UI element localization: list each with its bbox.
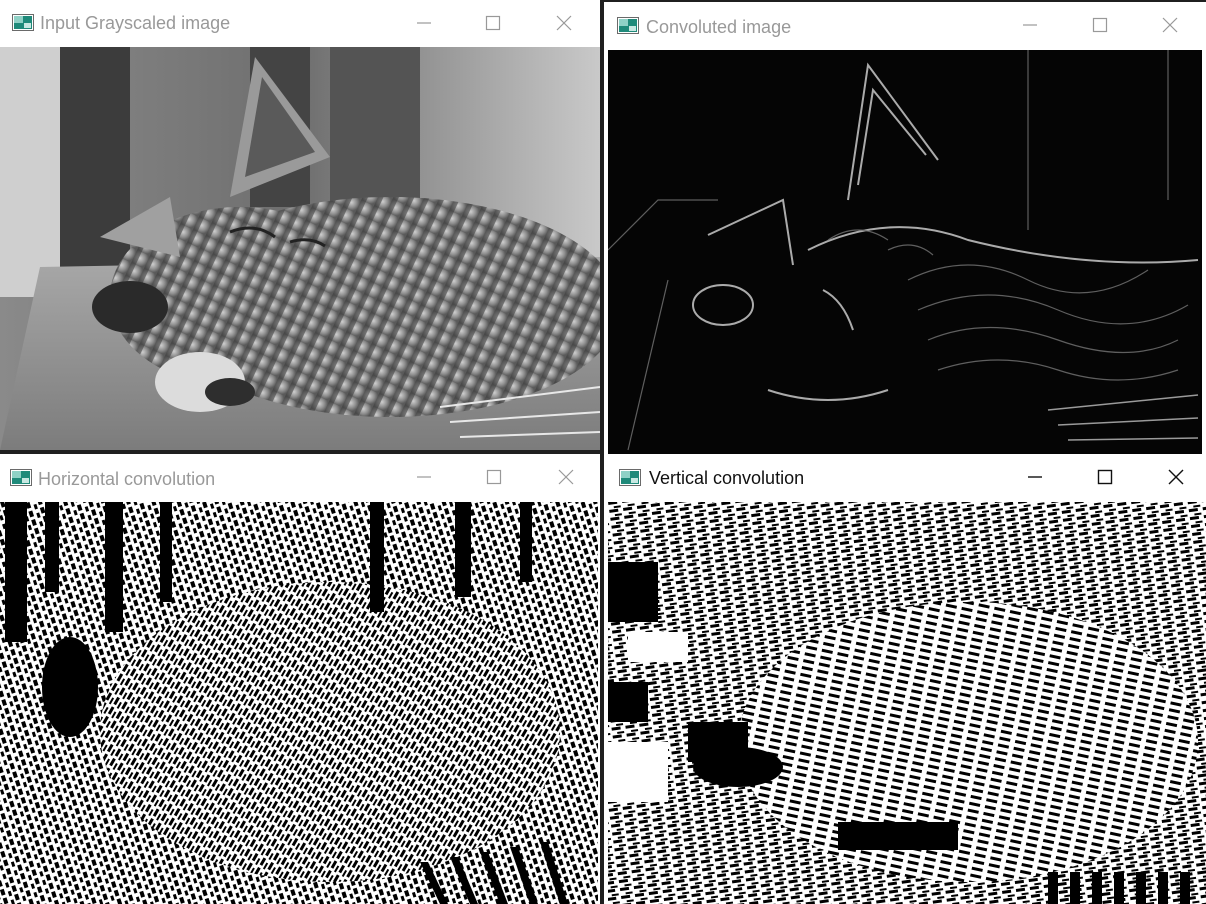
- close-icon: [1168, 469, 1184, 485]
- window-title: Convoluted image: [646, 17, 792, 37]
- maximize-icon: [485, 15, 501, 31]
- app-window-icon: [10, 469, 32, 486]
- close-button[interactable]: [546, 462, 586, 492]
- close-button[interactable]: [544, 8, 584, 38]
- minimize-button[interactable]: [404, 462, 444, 492]
- minimize-icon: [1028, 476, 1042, 478]
- maximize-icon: [486, 469, 502, 485]
- window-vertical-convolution[interactable]: Vertical convolution: [604, 454, 1206, 904]
- kitten-vertical-edges-image: [608, 502, 1206, 904]
- window-input-grayscaled[interactable]: Input Grayscaled image: [0, 0, 600, 450]
- app-window-icon: [12, 14, 34, 31]
- close-button[interactable]: [1150, 10, 1190, 40]
- kitten-horizontal-edges-image: [0, 502, 598, 904]
- app-window-icon: [619, 469, 641, 486]
- kitten-grayscale-image: [0, 47, 600, 450]
- maximize-button[interactable]: [473, 8, 513, 38]
- app-window-icon: [617, 17, 639, 34]
- minimize-button[interactable]: [1010, 10, 1050, 40]
- maximize-icon: [1097, 469, 1113, 485]
- titlebar[interactable]: Vertical convolution: [604, 454, 1206, 500]
- maximize-button[interactable]: [474, 462, 514, 492]
- window-title: Vertical convolution: [649, 468, 805, 488]
- image-canvas-vertical: [608, 502, 1206, 904]
- window-convoluted[interactable]: Convoluted image: [604, 2, 1206, 454]
- minimize-button[interactable]: [404, 8, 444, 38]
- close-icon: [1162, 17, 1178, 33]
- window-title: Input Grayscaled image: [40, 13, 231, 33]
- minimize-button[interactable]: [1015, 462, 1055, 492]
- window-title: Horizontal convolution: [38, 469, 216, 489]
- minimize-icon: [417, 476, 431, 478]
- maximize-button[interactable]: [1085, 462, 1125, 492]
- maximize-icon: [1092, 17, 1108, 33]
- close-button[interactable]: [1156, 462, 1196, 492]
- minimize-icon: [1023, 24, 1037, 26]
- kitten-edge-image: [608, 50, 1202, 454]
- window-horizontal-convolution[interactable]: Horizontal convolution: [0, 454, 600, 904]
- image-canvas-horizontal: [0, 502, 598, 904]
- image-canvas-grayscale: [0, 47, 600, 450]
- minimize-icon: [417, 22, 431, 24]
- maximize-button[interactable]: [1080, 10, 1120, 40]
- close-icon: [556, 15, 572, 31]
- titlebar[interactable]: Input Grayscaled image: [0, 0, 600, 46]
- titlebar[interactable]: Convoluted image: [604, 2, 1206, 48]
- image-canvas-convoluted: [608, 50, 1202, 454]
- close-icon: [558, 469, 574, 485]
- titlebar[interactable]: Horizontal convolution: [0, 454, 600, 500]
